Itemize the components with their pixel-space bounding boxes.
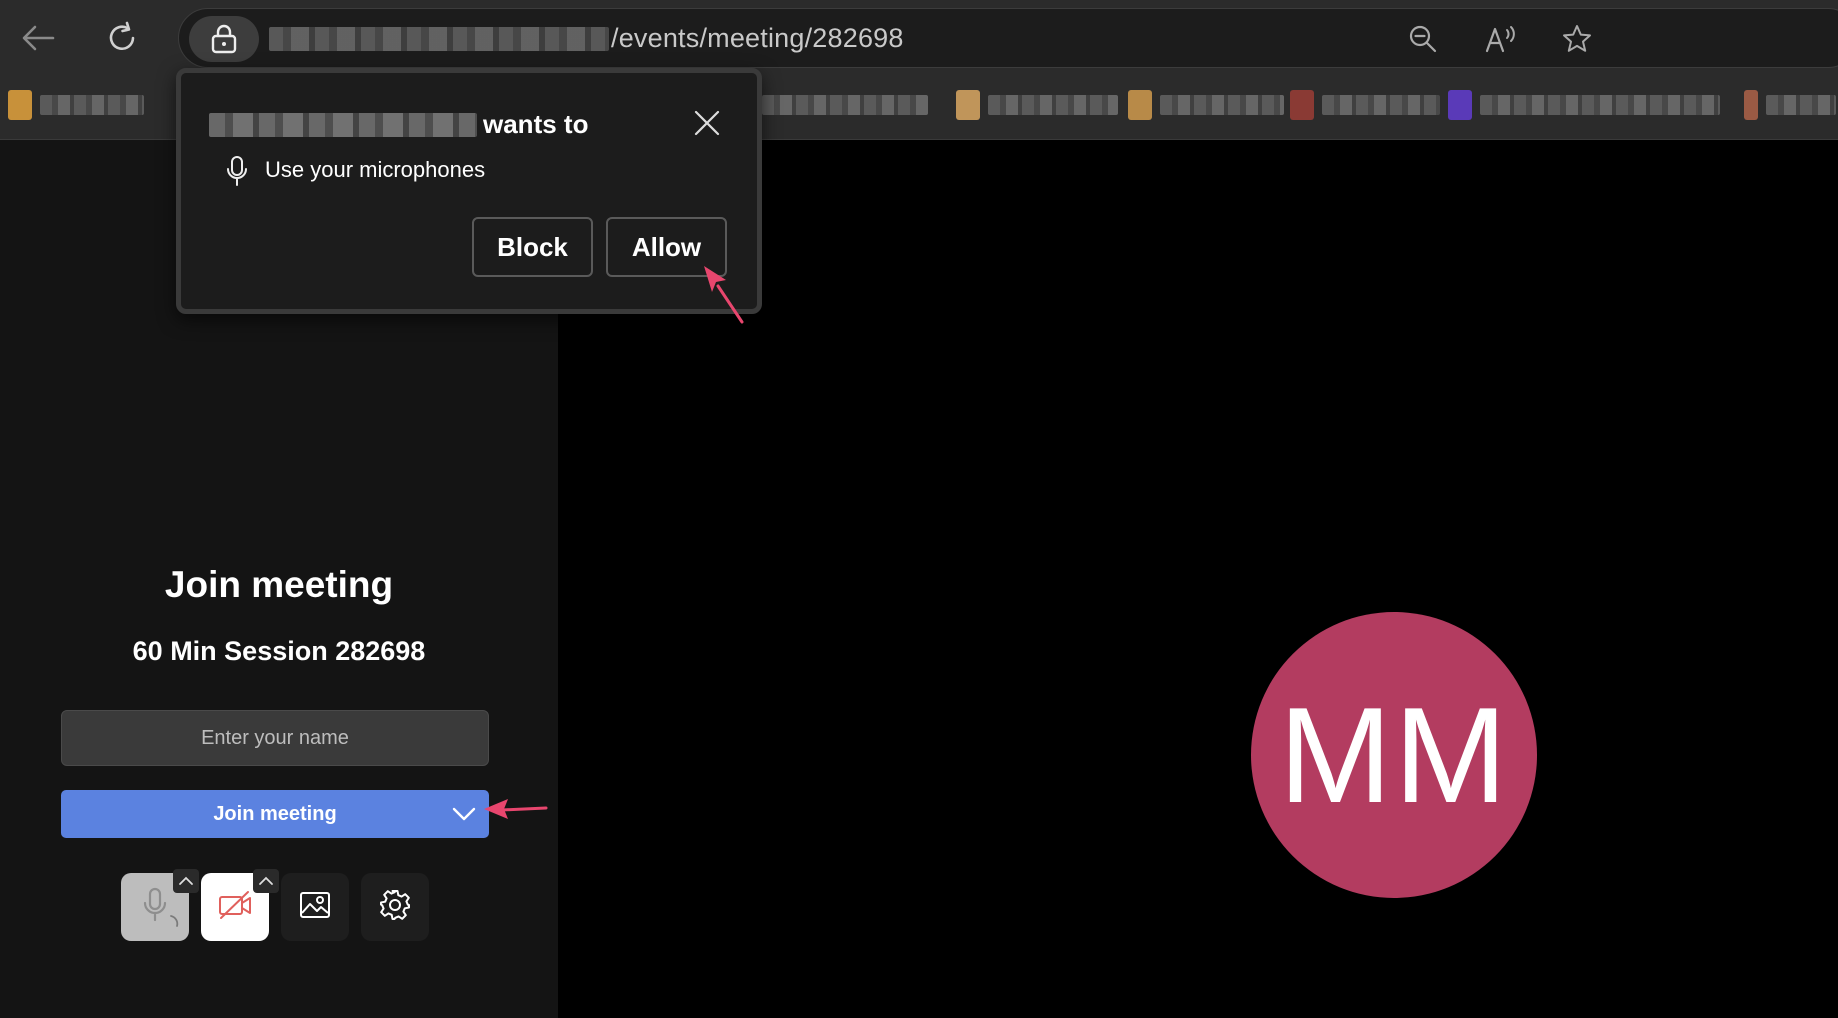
camera-off-icon <box>217 890 253 925</box>
microphone-icon <box>223 153 251 189</box>
chevron-down-icon[interactable] <box>451 802 477 826</box>
name-input[interactable] <box>61 710 489 766</box>
avatar: MM <box>1251 612 1537 898</box>
microphone-icon <box>141 887 169 928</box>
star-icon[interactable] <box>1553 15 1601 63</box>
bookmark-item[interactable] <box>762 90 928 120</box>
reload-icon[interactable] <box>98 14 146 62</box>
microphone-options-caret-icon[interactable] <box>173 869 199 893</box>
bookmark-favicon-icon <box>1448 90 1472 120</box>
zoom-out-icon[interactable] <box>1399 15 1447 63</box>
settings-button[interactable] <box>361 873 429 941</box>
session-title: 60 Min Session 282698 <box>132 636 426 666</box>
permission-request-text: Use your microphones <box>265 157 486 182</box>
bookmark-item[interactable] <box>1448 90 1720 120</box>
redacted-site-name <box>209 113 477 137</box>
bookmark-item[interactable] <box>1744 90 1836 120</box>
loading-spinner-icon <box>169 914 181 933</box>
annotation-arrow-icon <box>484 799 548 819</box>
camera-options-caret-icon[interactable] <box>253 869 279 893</box>
bookmark-item[interactable] <box>1128 90 1284 120</box>
join-meeting-label: Join meeting <box>213 802 337 825</box>
join-meeting-button[interactable]: Join meeting <box>61 790 489 838</box>
permission-popup: wants to Use your microphones Block Allo… <box>176 68 762 314</box>
gear-icon <box>379 889 411 926</box>
lock-icon[interactable] <box>189 16 259 62</box>
page-title: Join meeting <box>164 564 394 605</box>
camera-toggle-button[interactable] <box>201 869 279 941</box>
address-bar[interactable]: /events/meeting/282698 <box>178 8 1838 68</box>
block-button[interactable]: Block <box>472 217 593 277</box>
close-icon[interactable] <box>687 103 727 143</box>
bookmark-favicon-icon <box>956 90 980 120</box>
bookmark-favicon-icon <box>1128 90 1152 120</box>
bookmark-item[interactable] <box>8 90 144 120</box>
annotation-arrow-icon <box>704 266 744 324</box>
bookmark-item[interactable] <box>1290 90 1440 120</box>
back-arrow-icon[interactable] <box>14 14 62 62</box>
browser-toolbar: /events/meeting/282698 <box>0 0 1838 76</box>
read-aloud-icon[interactable] <box>1477 15 1525 63</box>
redacted-domain <box>269 27 609 51</box>
bookmark-favicon-icon <box>1744 90 1758 120</box>
url-path: /events/meeting/282698 <box>611 23 904 53</box>
background-image-icon <box>299 890 331 925</box>
microphone-toggle-button[interactable] <box>121 869 199 941</box>
permission-heading: wants to <box>483 109 589 139</box>
bookmark-item[interactable] <box>956 90 1118 120</box>
bookmark-favicon-icon <box>1290 90 1314 120</box>
bookmark-favicon-icon <box>8 90 32 120</box>
background-button[interactable] <box>281 873 349 941</box>
